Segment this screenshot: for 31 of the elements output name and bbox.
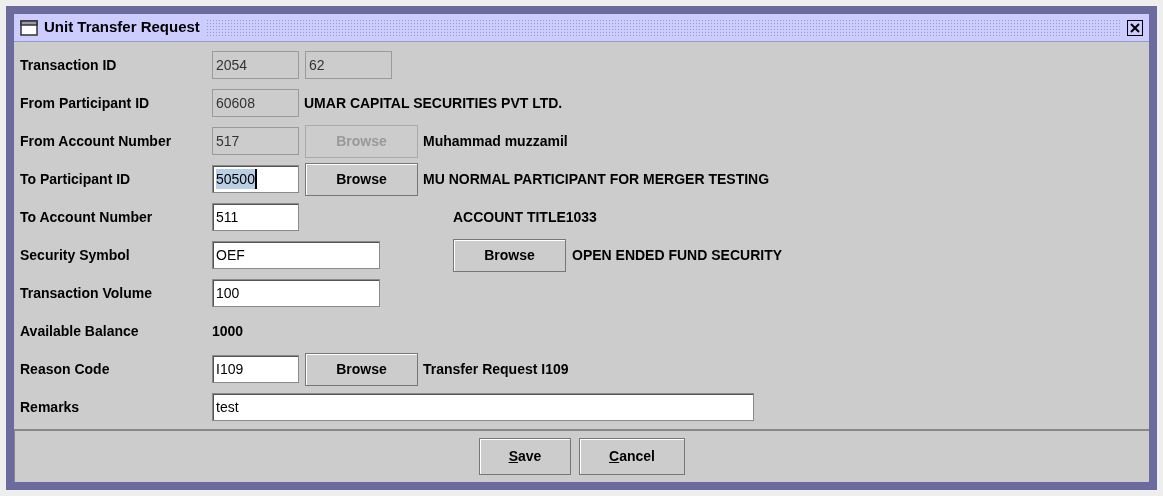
description-text: OPEN ENDED FUND SECURITY <box>572 245 783 265</box>
field-label: Transaction Volume <box>20 283 153 303</box>
close-icon[interactable] <box>1127 19 1143 36</box>
input-field[interactable]: OEF <box>212 241 380 269</box>
input-field[interactable]: 100 <box>212 279 380 307</box>
field-label: To Account Number <box>20 207 154 227</box>
description-text: Muhammad muzzamil <box>423 133 568 149</box>
description-text: Transfer Request I109 <box>423 361 569 377</box>
dialog-button[interactable]: Save <box>479 438 571 475</box>
field-label: Reason Code <box>20 359 111 379</box>
dialog-button[interactable]: Cancel <box>579 438 685 475</box>
field-label: Transaction ID <box>20 55 118 75</box>
input-field[interactable]: I109 <box>212 355 299 383</box>
balance-value: 1000 <box>212 321 244 341</box>
browse-button[interactable]: Browse <box>305 352 418 386</box>
input-field[interactable]: 511 <box>212 203 299 231</box>
input-field[interactable]: 50500 <box>212 165 299 193</box>
browse-button[interactable]: Browse <box>305 162 418 196</box>
field-label: Remarks <box>20 397 81 417</box>
field-label: From Account Number <box>20 131 173 151</box>
field-label: From Participant ID <box>20 93 151 113</box>
field-label: Available Balance <box>20 321 140 341</box>
description-text: MU NORMAL PARTICIPANT FOR MERGER TESTING <box>423 171 770 187</box>
description-text: UMAR CAPITAL SECURITIES PVT LTD. <box>304 95 563 111</box>
window-title: Unit Transfer Request <box>44 17 200 38</box>
description-text: ACCOUNT TITLE1033 <box>453 207 597 227</box>
field-label: To Participant ID <box>20 169 132 189</box>
browse-button[interactable]: Browse <box>453 238 566 272</box>
window-icon <box>20 19 38 36</box>
field-label: Security Symbol <box>20 245 131 265</box>
input-field[interactable]: test <box>212 393 754 421</box>
